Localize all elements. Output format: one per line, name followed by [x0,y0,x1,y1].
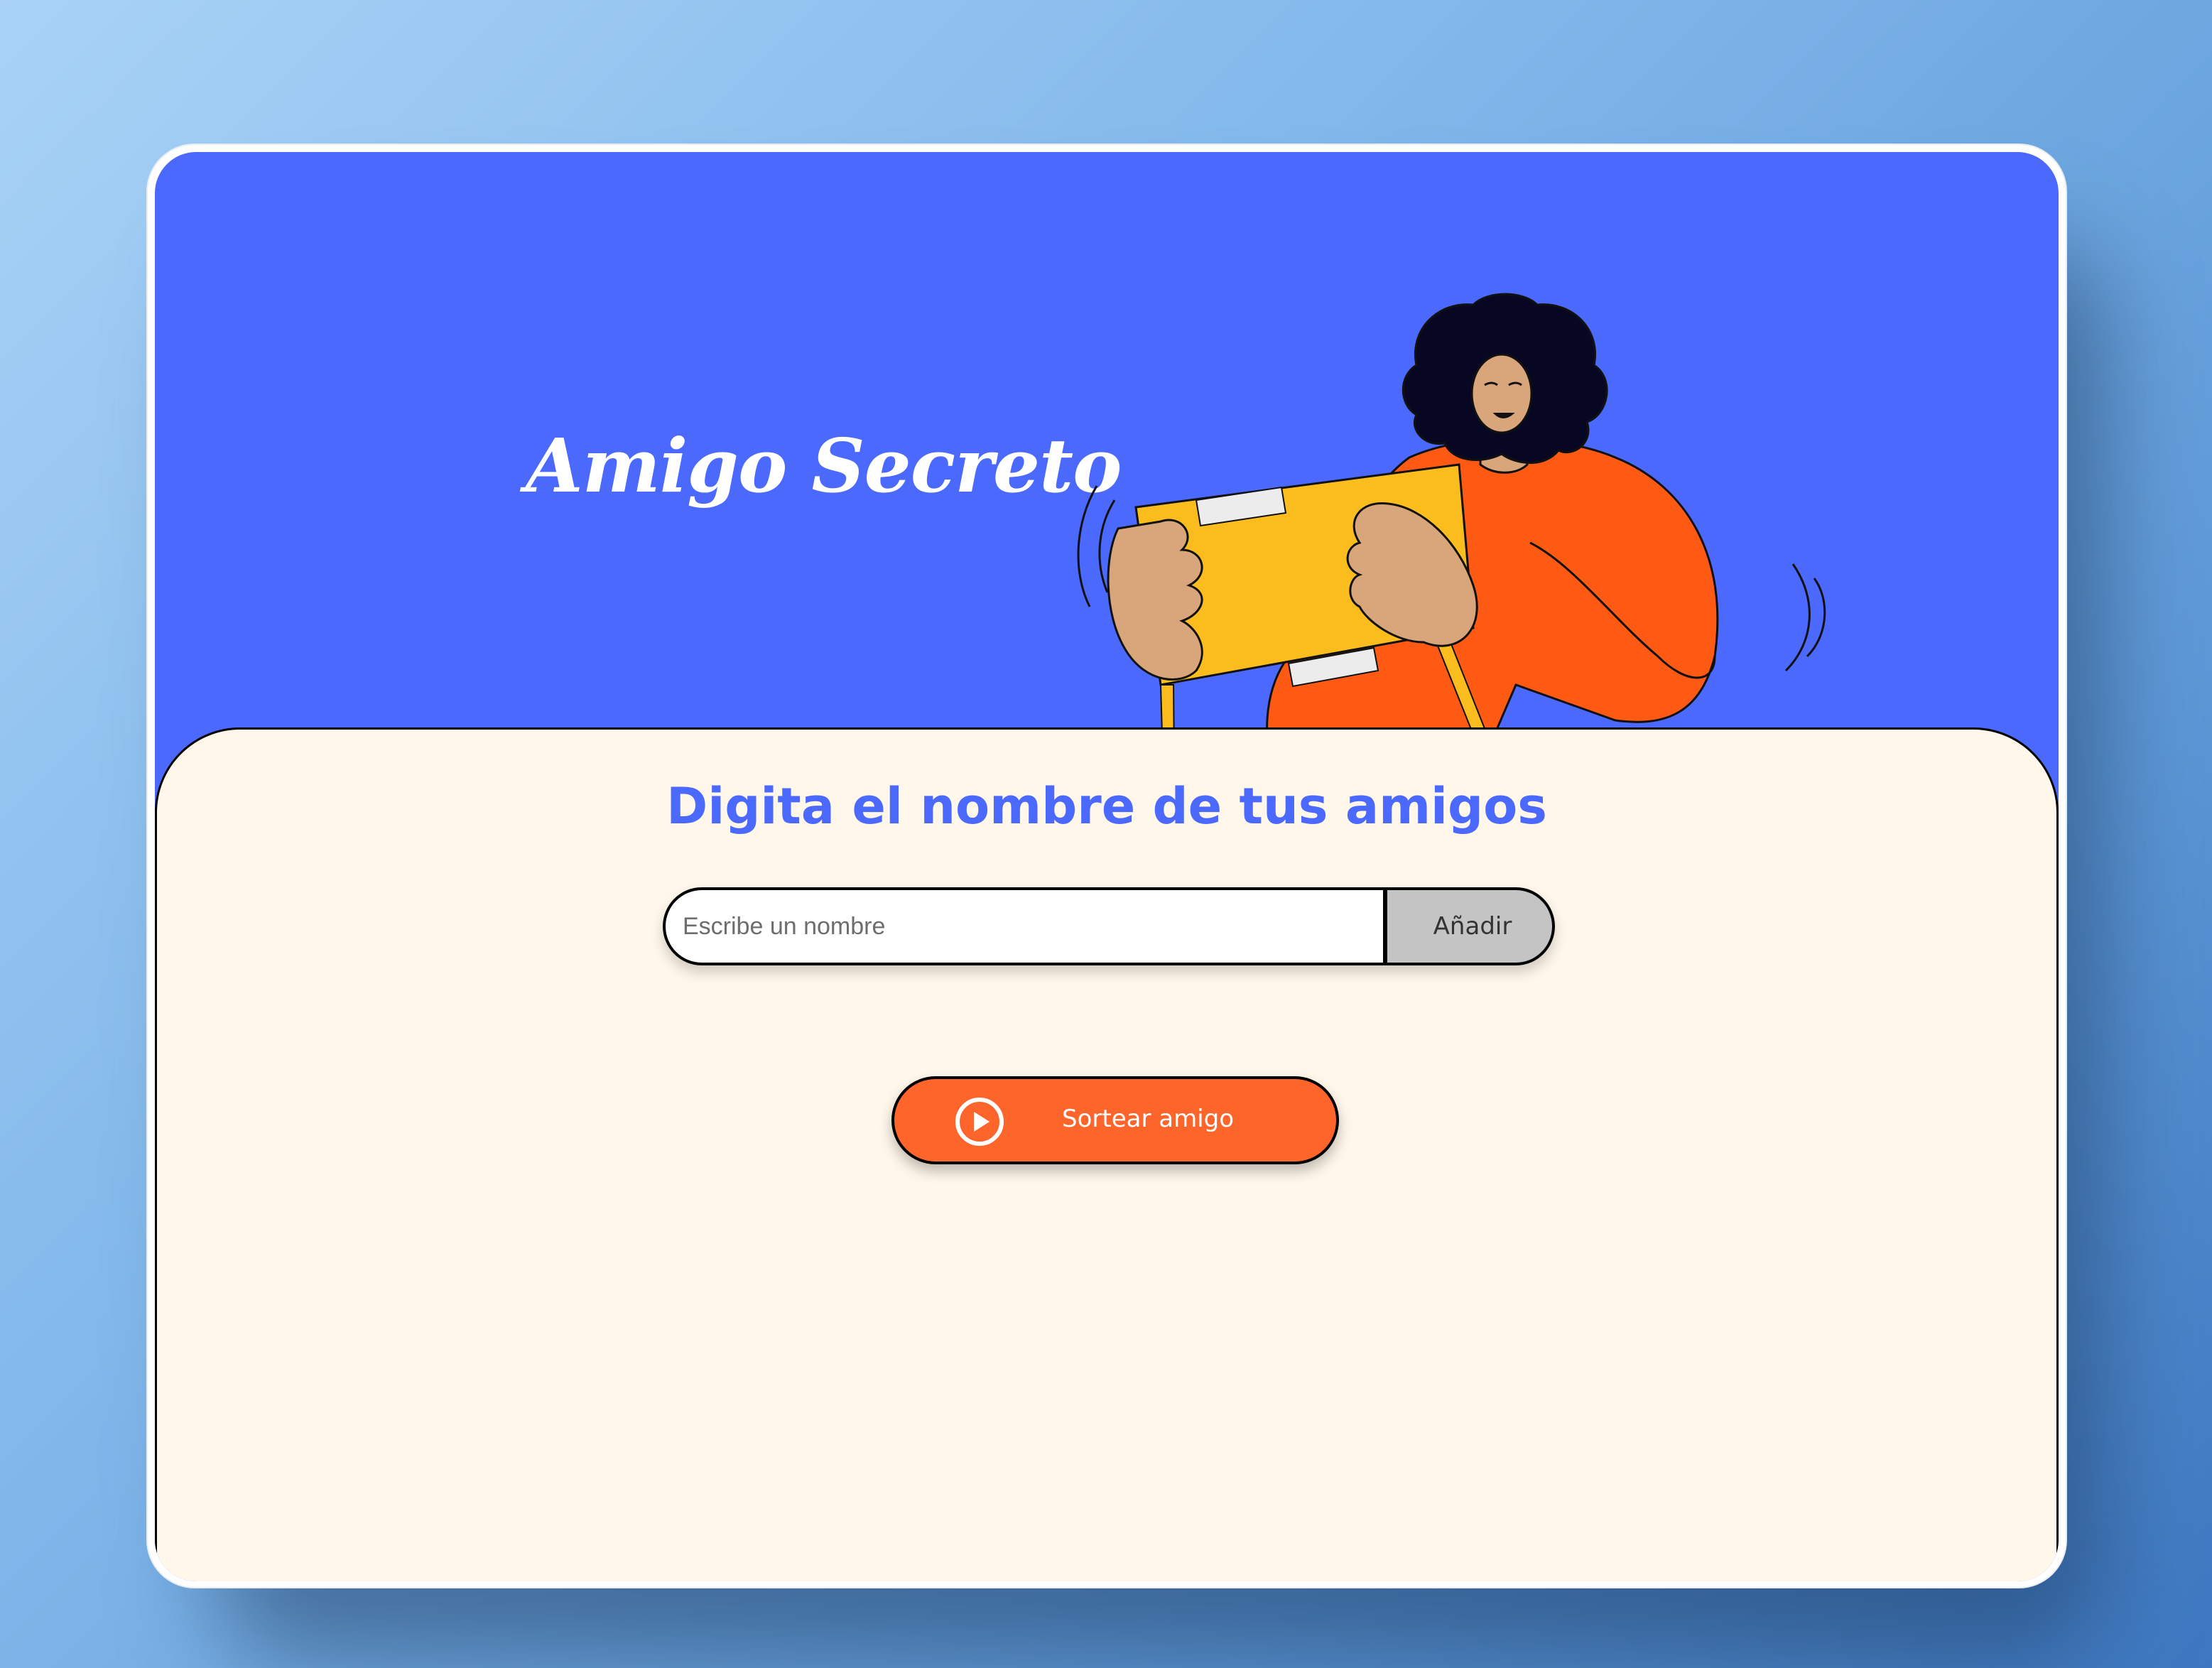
section-subtitle: Digita el nombre de tus amigos [666,777,1547,835]
header-banner: Amigo Secreto [155,152,2059,834]
add-button[interactable]: Añadir [1387,887,1555,965]
draw-friend-button[interactable]: Sortear amigo [891,1076,1339,1164]
add-friend-form: Añadir [663,887,1555,965]
app-window: Amigo Secreto Digita el nombre de tus am… [148,145,2066,1587]
app-container: Amigo Secreto Digita el nombre de tus am… [155,152,2059,1581]
page-title: Amigo Secreto [526,422,1122,509]
friend-name-input[interactable] [663,887,1387,965]
main-content: Digita el nombre de tus amigos Añadir So… [155,727,2059,1581]
play-circle-icon [955,1098,1004,1146]
draw-button-label: Sortear amigo [1062,1105,1235,1133]
